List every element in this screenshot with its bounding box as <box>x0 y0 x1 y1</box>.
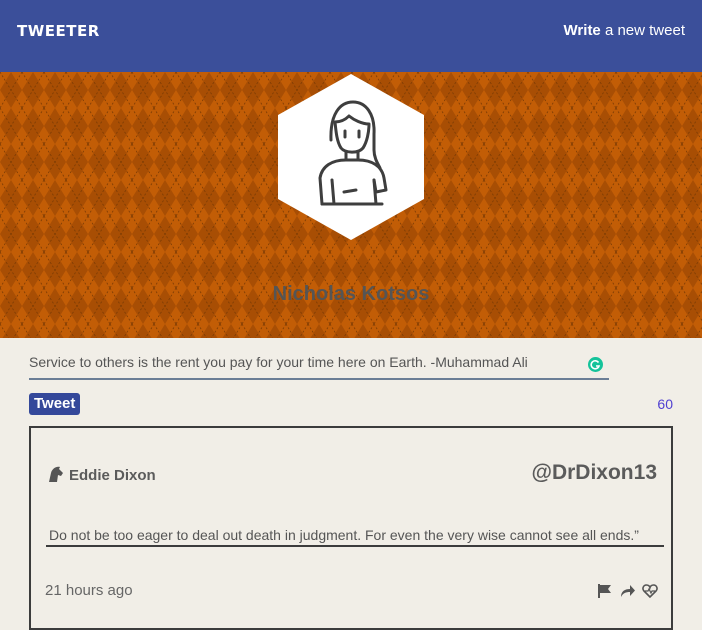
tweet-actions <box>595 582 658 600</box>
compose-link-text: a new tweet <box>600 22 685 39</box>
tweet-timestamp: 21 hours ago <box>45 582 133 599</box>
heart-icon[interactable] <box>642 583 658 599</box>
tweet-author: Eddie Dixon <box>47 465 156 484</box>
tweet-submit-button[interactable]: Tweet <box>29 393 81 415</box>
compose-link-bold: Write <box>563 22 601 39</box>
profile-header: Nicholas Kotsos <box>0 72 702 338</box>
tweet-handle: @DrDixon13 <box>531 461 657 484</box>
tweet-textarea[interactable] <box>29 346 609 380</box>
tweet-card: Eddie Dixon @DrDixon13 Do not be too eag… <box>29 426 673 630</box>
flag-icon[interactable] <box>597 583 613 599</box>
char-counter: 60 <box>657 396 673 412</box>
profile-name: Nicholas Kotsos <box>272 283 430 305</box>
retweet-icon[interactable] <box>620 583 636 599</box>
brand-logo[interactable]: TWEETER <box>17 22 100 40</box>
top-nav: TWEETER Write a new tweet <box>0 0 702 72</box>
horse-head-icon <box>47 465 65 483</box>
tweet-body: Do not be too eager to deal out death in… <box>46 527 664 547</box>
grammarly-icon[interactable] <box>588 357 603 372</box>
avatar <box>274 72 428 242</box>
compose-toggle-link[interactable]: Write a new tweet <box>564 22 685 39</box>
tweet-author-name: Eddie Dixon <box>69 467 156 484</box>
